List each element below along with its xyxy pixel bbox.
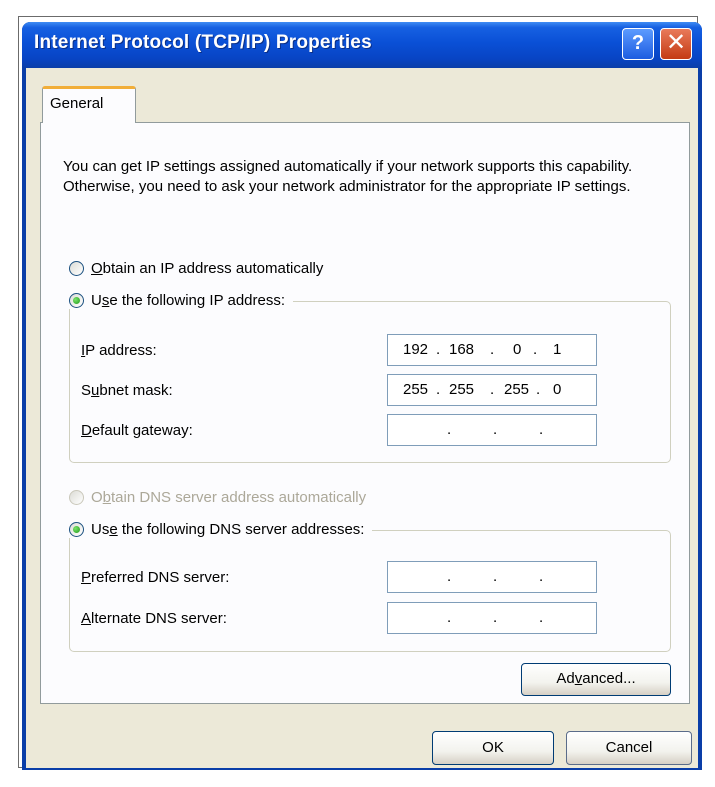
help-button[interactable]: ? [622, 28, 654, 60]
radio-obtain-ip-automatically[interactable]: Obtain an IP address automatically [69, 260, 332, 277]
radio-label: Obtain DNS server address automatically [91, 489, 367, 506]
description-text: You can get IP settings assigned automat… [63, 158, 633, 195]
advanced-button[interactable]: Advanced... [521, 663, 671, 696]
alternate-dns-input[interactable]: ... [387, 602, 597, 634]
radio-use-following-dns[interactable]: Use the following DNS server addresses: [69, 521, 373, 538]
help-icon: ? [631, 32, 645, 54]
properties-dialog: Internet Protocol (TCP/IP) Properties ? … [22, 22, 702, 770]
default-gateway-input[interactable]: ... [387, 414, 597, 446]
dialog-client-area: General You can get IP settings assigned… [26, 68, 698, 768]
ok-button[interactable]: OK [432, 731, 554, 765]
title-bar[interactable]: Internet Protocol (TCP/IP) Properties ? … [22, 22, 702, 68]
default-gateway-label: Default gateway: [81, 422, 193, 439]
radio-obtain-dns-automatically[interactable]: Obtain DNS server address automatically [69, 489, 375, 506]
preferred-dns-label: Preferred DNS server: [81, 569, 230, 586]
radio-circle-checked [69, 293, 84, 308]
radio-circle-disabled [69, 490, 84, 505]
radio-use-following-ip[interactable]: Use the following IP address: [69, 292, 294, 309]
subnet-mask-input[interactable]: 255. 255. 255. 0 [387, 374, 597, 406]
radio-label: Obtain an IP address automatically [91, 260, 324, 277]
subnet-mask-label: Subnet mask: [81, 382, 173, 399]
cancel-button[interactable]: Cancel [566, 731, 692, 765]
radio-circle-checked [69, 522, 84, 537]
radio-label: Use the following IP address: [91, 292, 286, 309]
window-title: Internet Protocol (TCP/IP) Properties [34, 32, 372, 53]
general-tab-panel: You can get IP settings assigned automat… [40, 122, 690, 704]
ip-address-input[interactable]: 192. 168. 0. 1 [387, 334, 597, 366]
ip-address-label: IP address: [81, 342, 157, 359]
alternate-dns-label: Alternate DNS server: [81, 610, 227, 627]
radio-circle [69, 261, 84, 276]
radio-label: Use the following DNS server addresses: [91, 521, 365, 538]
close-button[interactable]: ✕ [660, 28, 692, 60]
preferred-dns-input[interactable]: ... [387, 561, 597, 593]
close-icon: ✕ [665, 29, 687, 56]
tab-general[interactable]: General [42, 86, 136, 123]
